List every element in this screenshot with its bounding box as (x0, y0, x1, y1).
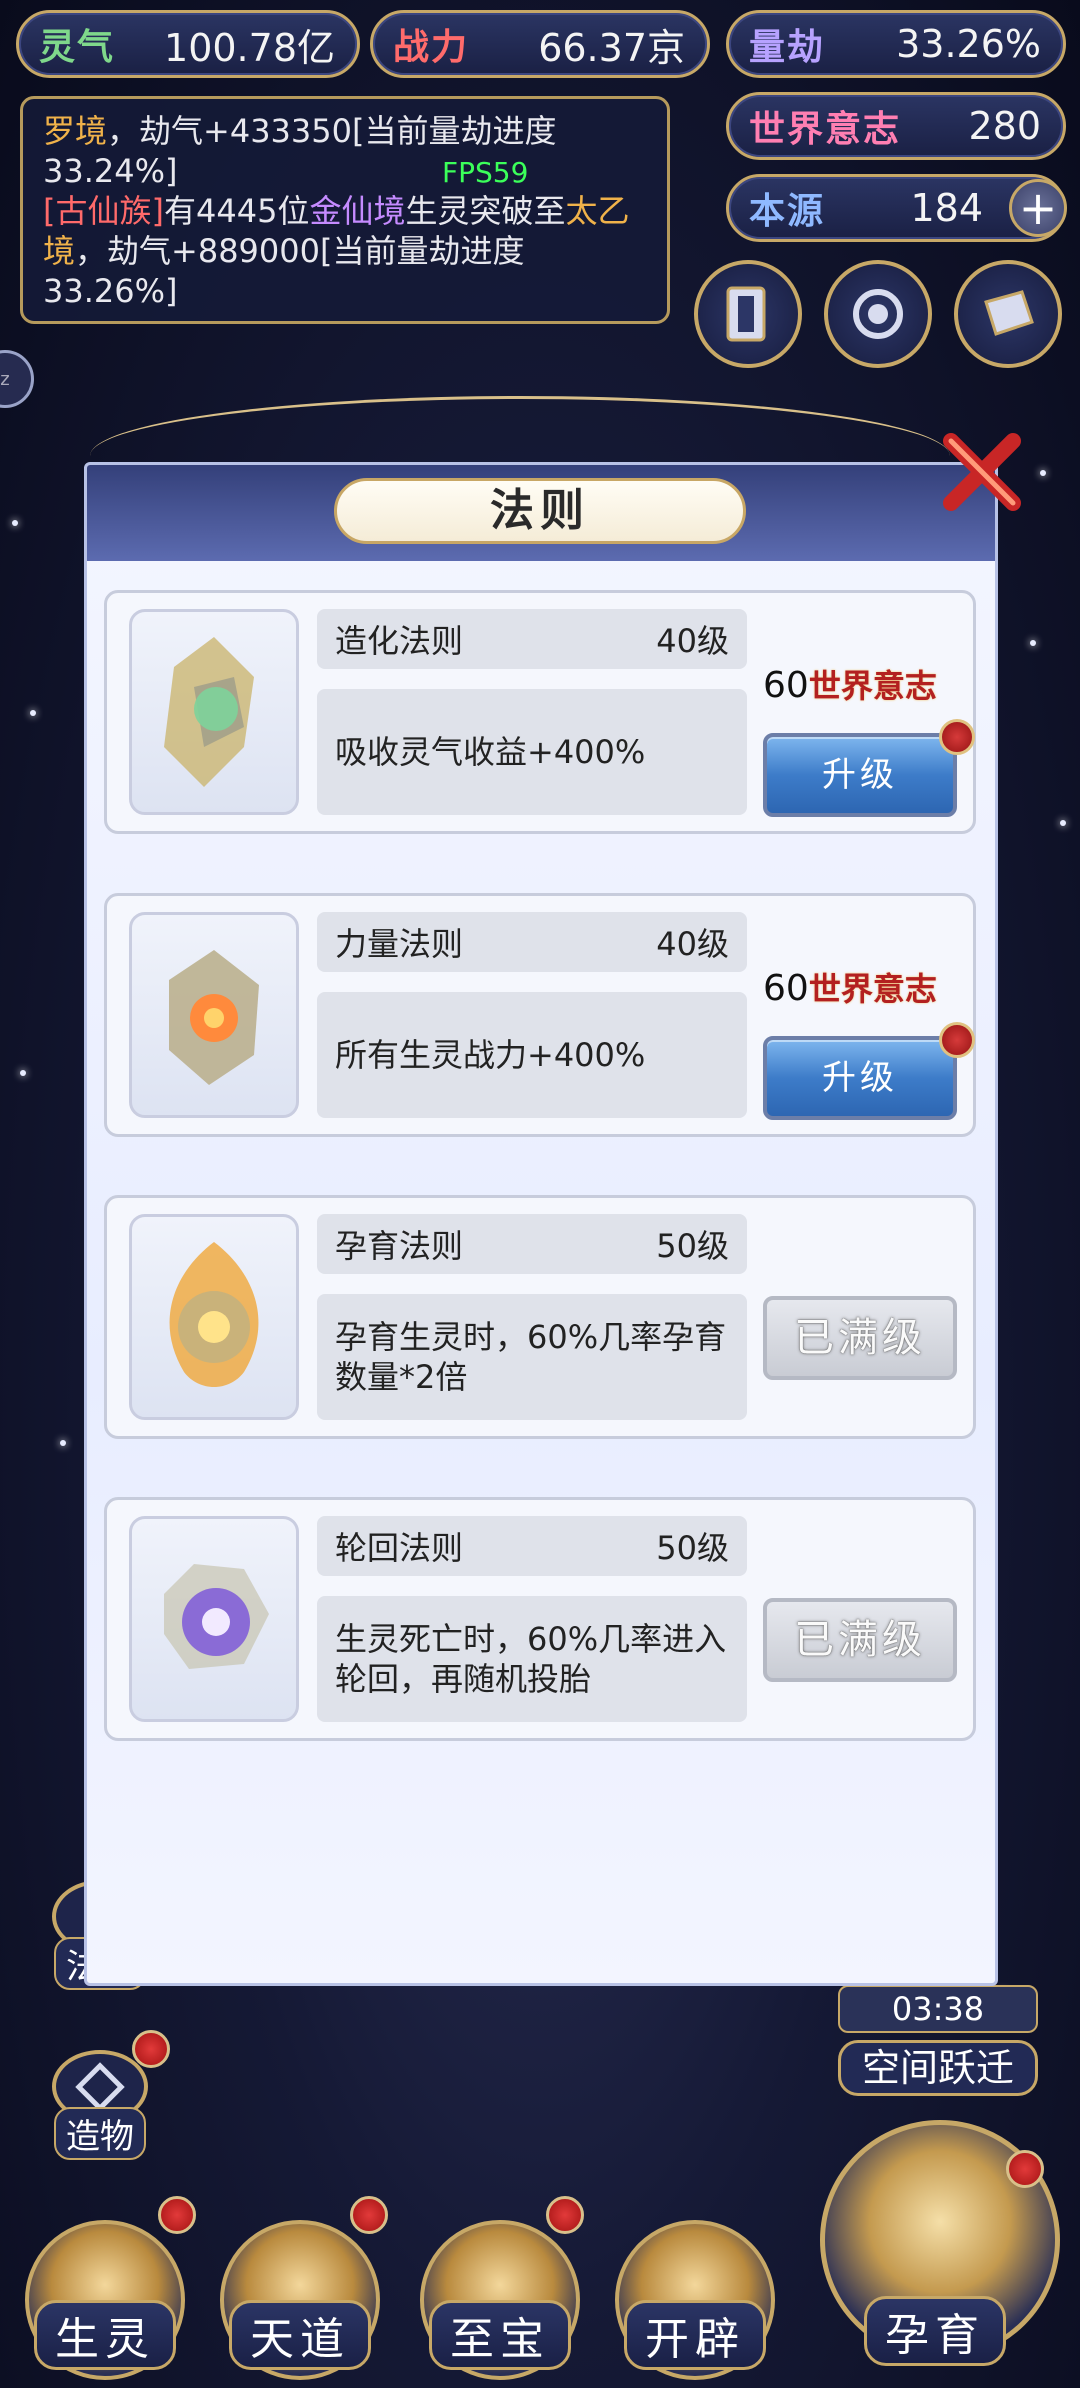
cards-button[interactable] (694, 260, 802, 368)
upgrade-button[interactable]: 升级 (763, 1036, 957, 1120)
add-source-button[interactable]: + (1009, 179, 1067, 237)
law-level: 50级 (656, 1227, 729, 1265)
power-law-icon (129, 912, 299, 1118)
power-label: 战力 (393, 27, 470, 68)
stat-power: 战力 66.37京 (370, 10, 710, 78)
law-name-bar: 力量法则 40级 (317, 912, 747, 972)
upgrade-button[interactable]: 升级 (763, 733, 957, 817)
log-line-1: 罗境，劫气+433350[当前量劫进度33.24%] (43, 111, 647, 191)
notification-dot (132, 2030, 170, 2068)
power-value: 66.37京 (538, 25, 685, 70)
law-name-bar: 轮回法则 50级 (317, 1516, 747, 1576)
upgrade-cost: 60世界意志 (763, 964, 937, 1010)
cards-icon (726, 286, 766, 342)
notification-dot (350, 2196, 388, 2234)
law-description: 生灵死亡时，60%几率进入轮回，再随机投胎 (317, 1596, 747, 1722)
max-level-button: 已满级 (763, 1296, 957, 1380)
upgrade-cost: 60世界意志 (763, 661, 937, 707)
reincarnation-law-icon (129, 1516, 299, 1722)
max-level-button: 已满级 (763, 1598, 957, 1682)
nav-treasure-label: 至宝 (429, 2300, 571, 2370)
law-card: 造化法则 40级 吸收灵气收益+400% 60世界意志 升级 (104, 590, 976, 834)
event-log: 罗境，劫气+433350[当前量劫进度33.24%] [古仙族]有4445位金仙… (20, 96, 670, 324)
notification-dot (939, 719, 975, 755)
log-text: ，劫气+889000[当前量劫进度33.26%] (43, 232, 525, 310)
cost-unit: 世界意志 (808, 667, 937, 705)
portal-icon (853, 289, 903, 339)
kalpa-label: 量劫 (749, 27, 826, 68)
notification-dot (1006, 2150, 1044, 2188)
stat-world-will: 世界意志 280 (726, 92, 1066, 160)
law-card: 孕育法则 50级 孕育生灵时，60%几率孕育数量*2倍 已满级 (104, 1195, 976, 1439)
log-realm-name: 罗境 (43, 112, 108, 150)
law-level: 40级 (656, 622, 729, 660)
source-value: 184 (910, 186, 983, 230)
cost-unit: 世界意志 (808, 970, 937, 1008)
law-description: 孕育生灵时，60%几率孕育数量*2倍 (317, 1294, 747, 1420)
log-line-2: [古仙族]有4445位金仙境生灵突破至太乙境，劫气+889000[当前量劫进度3… (43, 191, 647, 311)
plus-icon: + (1018, 181, 1058, 235)
kalpa-value: 33.26% (896, 22, 1041, 66)
law-card: 轮回法则 50级 生灵死亡时，60%几率进入轮回，再随机投胎 已满级 (104, 1497, 976, 1741)
side-item-create[interactable]: 造物 (40, 2050, 160, 2160)
law-name: 孕育法则 (335, 1227, 464, 1265)
law-name: 力量法则 (335, 925, 464, 963)
nav-creatures-label: 生灵 (34, 2300, 176, 2370)
fps-counter: FPS59 (442, 156, 529, 189)
breeding-law-icon (129, 1214, 299, 1420)
source-label: 本源 (749, 191, 826, 232)
nav-open-label: 开辟 (624, 2300, 766, 2370)
side-create-label: 造物 (54, 2107, 146, 2160)
close-icon (943, 433, 1021, 511)
creation-law-icon (129, 609, 299, 815)
nav-heaven-label: 天道 (229, 2300, 371, 2370)
law-description: 所有生灵战力+400% (317, 992, 747, 1118)
nav-breed-label: 孕育 (864, 2296, 1006, 2366)
law-name: 轮回法则 (335, 1529, 464, 1567)
log-text: 生灵突破至 (405, 192, 566, 230)
law-name-bar: 孕育法则 50级 (317, 1214, 747, 1274)
stat-source: 本源 184 + (726, 174, 1067, 242)
jump-timer: 03:38 (838, 1985, 1038, 2033)
notification-dot (546, 2196, 584, 2234)
world-will-value: 280 (968, 104, 1041, 148)
side-toggle-button[interactable]: z (0, 350, 34, 408)
nav-open[interactable]: 开辟 (600, 2190, 790, 2380)
log-text: 有4445位 (163, 192, 310, 230)
stat-kalpa[interactable]: 量劫 33.26% (726, 10, 1066, 78)
notification-dot (158, 2196, 196, 2234)
law-description: 吸收灵气收益+400% (317, 689, 747, 815)
notification-dot (939, 1022, 975, 1058)
law-level: 50级 (656, 1529, 729, 1567)
scroll-button[interactable] (954, 260, 1062, 368)
law-name-bar: 造化法则 40级 (317, 609, 747, 669)
modal-title: 法则 (334, 478, 746, 544)
log-clan-name: [古仙族] (43, 192, 164, 230)
portal-button[interactable] (824, 260, 932, 368)
law-level: 40级 (656, 925, 729, 963)
law-card: 力量法则 40级 所有生灵战力+400% 60世界意志 升级 (104, 893, 976, 1137)
qi-value: 100.78亿 (164, 25, 335, 70)
log-realm-golden: 金仙境 (309, 192, 406, 230)
cost-amount: 60 (763, 968, 809, 1009)
stat-qi: 灵气 100.78亿 (16, 10, 360, 78)
world-will-label: 世界意志 (749, 109, 902, 150)
space-jump-button[interactable]: 空间跃迁 (838, 2040, 1038, 2096)
scroll-icon (984, 290, 1034, 336)
cost-amount: 60 (763, 665, 809, 706)
close-button[interactable] (932, 422, 1032, 522)
qi-label: 灵气 (39, 27, 116, 68)
law-name: 造化法则 (335, 622, 464, 660)
